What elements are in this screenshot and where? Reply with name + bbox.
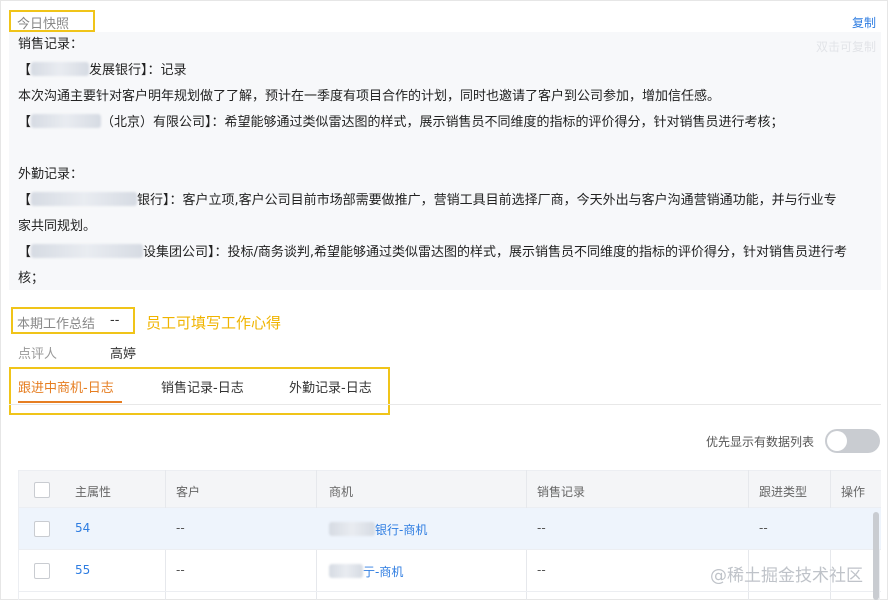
field-record-heading: 外勤记录：	[18, 167, 84, 182]
snapshot-title: 今日快照	[17, 17, 70, 32]
opportunity-link[interactable]: 亍-商机	[329, 563, 403, 580]
sales-record-detail: 本次沟通主要针对客户明年规划做了了解，预计在一季度有项目合作的计划，同时也邀请了…	[18, 89, 721, 104]
redacted-text	[31, 114, 102, 128]
primary-attribute-link[interactable]: 55	[75, 563, 90, 577]
field-record-line-cont: 家共同规划。	[18, 219, 97, 234]
column-header: 客户	[176, 485, 201, 499]
summary-annotation: 员工可填写工作心得	[146, 314, 282, 332]
toggle-label: 优先显示有数据列表	[706, 435, 815, 449]
row-checkbox[interactable]	[34, 563, 50, 579]
sales-record-cell: --	[537, 563, 546, 577]
column-header: 操作	[841, 485, 866, 499]
select-all-checkbox[interactable]	[34, 482, 50, 498]
reviewer-value: 高婷	[110, 347, 137, 362]
field-record-line: 【银行】：客户立项,客户公司目前市场部需要做推广，营销工具目前选择厂商，今天外出…	[18, 192, 837, 208]
redacted-text	[31, 192, 138, 206]
sales-record-line: 【发展银行】：记录	[18, 62, 187, 78]
tab-sales-log[interactable]: 销售记录-日志	[161, 377, 244, 396]
opportunity-link[interactable]: 银行-商机	[329, 521, 427, 538]
double-click-copy-hint: 双击可复制	[815, 40, 876, 54]
active-tab-indicator	[18, 401, 122, 403]
tabs-divider	[9, 404, 881, 405]
column-header: 商机	[329, 485, 354, 499]
column-header: 跟进类型	[759, 485, 808, 499]
column-header: 主属性	[75, 485, 112, 499]
sales-record-cell: --	[537, 521, 546, 535]
redacted-text	[329, 522, 375, 536]
vertical-scrollbar[interactable]	[873, 512, 879, 600]
sales-record-line: 【（北京）有限公司】：希望能够通过类似雷达图的样式，展示销售员不同维度的指标的评…	[18, 114, 784, 130]
redacted-text	[31, 62, 90, 76]
summary-value: --	[110, 313, 120, 328]
primary-attribute-link[interactable]: 54	[75, 521, 90, 535]
tab-field-log[interactable]: 外勤记录-日志	[289, 377, 372, 396]
redacted-text	[329, 564, 363, 578]
snapshot-content: 双击可复制 销售记录： 【发展银行】：记录 本次沟通主要针对客户明年规划做了了解…	[9, 32, 881, 290]
column-header: 销售记录	[537, 485, 586, 499]
toggle-knob	[827, 431, 847, 451]
data-first-toggle[interactable]	[825, 429, 880, 453]
summary-label: 本期工作总结	[17, 317, 96, 332]
table-header: 主属性 客户 商机 销售记录 跟进类型 操作	[19, 470, 881, 508]
follow-type-cell: --	[759, 521, 768, 535]
copy-button[interactable]: 复制	[852, 14, 876, 31]
redacted-text	[31, 244, 144, 258]
sales-record-heading: 销售记录：	[18, 37, 84, 52]
customer-cell: --	[176, 563, 185, 577]
field-record-line: 【设集团公司】：投标/商务谈判,希望能够通过类似雷达图的样式，展示销售员不同维度…	[18, 244, 848, 260]
watermark: @稀土掘金技术社区	[710, 566, 863, 586]
table-row[interactable]: 54 -- 银行-商机 -- --	[19, 508, 881, 550]
row-checkbox[interactable]	[34, 521, 50, 537]
tab-opportunity-log[interactable]: 跟进中商机-日志	[18, 377, 114, 396]
reviewer-label: 点评人	[18, 347, 58, 362]
customer-cell: --	[176, 521, 185, 535]
field-record-line-cont: 核；	[18, 271, 45, 286]
